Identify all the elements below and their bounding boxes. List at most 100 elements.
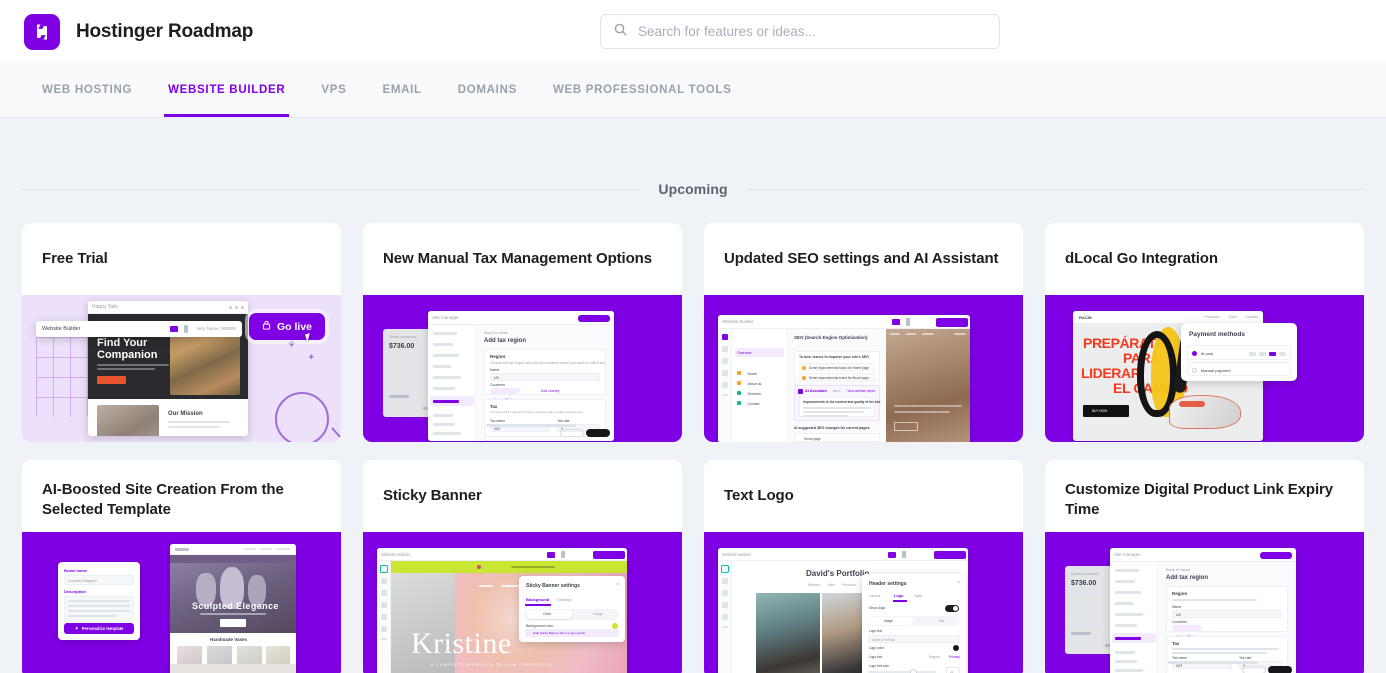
more-icon [381, 638, 387, 640]
logo-color-swatch[interactable] [953, 645, 959, 651]
close-icon[interactable]: × [957, 580, 960, 586]
builder-label: Website Builder [722, 551, 752, 557]
builder-label: Website Builder [42, 326, 81, 332]
hero-heading-line1: Find Your [97, 337, 148, 349]
panel-tab-background: Background [526, 597, 550, 602]
tab-domains[interactable]: DOMAINS [440, 63, 535, 117]
todo-title: To-dos: Issues to improve your site's SE… [799, 355, 870, 359]
roadmap-card-text-logo[interactable]: Text Logo Website Builder David's Portfo… [704, 460, 1023, 673]
roadmap-card-seo-ai[interactable]: Updated SEO settings and AI Assistant We… [704, 223, 1023, 442]
tax-name-label: Tax name [490, 419, 506, 423]
todo-row-2: Some improvements found for About page [799, 373, 875, 381]
elements-icon [722, 578, 728, 584]
ai-insight-box: Improvements to the content and quality … [799, 397, 880, 417]
logo-font-size-value: 24 [946, 667, 960, 673]
region-desc: Choose the tax region and edit the count… [490, 361, 606, 365]
roadmap-card-digital-product-expiry[interactable]: Customize Digital Product Link Expiry Ti… [1045, 460, 1364, 673]
personalize-label: Personalize template [81, 626, 124, 631]
template-footer [170, 664, 296, 673]
mobile-view-icon [906, 318, 910, 326]
mission-photo [97, 405, 159, 436]
tab-web-professional-tools[interactable]: WEB PROFESSIONAL TOOLS [535, 63, 750, 117]
countries-label: Countries [1172, 620, 1187, 624]
search-input[interactable] [638, 24, 987, 39]
todo-group: To-dos: Issues to improve your site's SE… [794, 351, 880, 381]
tax-note-link: Here is how [486, 440, 503, 441]
country-chip: United States [1172, 625, 1203, 639]
admin-topbar: Site manager [1110, 548, 1296, 562]
roadmap-card-sticky-banner[interactable]: Sticky Banner Website Builder Kristine A… [363, 460, 682, 673]
card-title: dLocal Go Integration [1065, 250, 1218, 267]
roadmap-card-ai-site-creation[interactable]: AI-Boosted Site Creation From the Select… [22, 460, 341, 673]
ai-icon [722, 590, 728, 596]
close-icon[interactable]: × [616, 582, 619, 588]
site-subtitle: A COMPLETE APPROACH TO SKIN PERFECTION [431, 663, 553, 667]
hostinger-h-logo-icon [24, 13, 60, 50]
card-thumbnail: Website Builder [363, 532, 682, 673]
roadmap-card-dlocal[interactable]: dLocal Go Integration RACÍN Productos So… [1045, 223, 1364, 442]
mission-heading: Our Mission [168, 411, 203, 417]
background-color-label: Background color [526, 624, 554, 628]
app-title: Hostinger Roadmap [76, 20, 254, 42]
logo-text-label: Logo text [869, 629, 883, 633]
tab-website-builder[interactable]: WEBSITE BUILDER [150, 63, 303, 117]
admin-sidebar [1110, 562, 1158, 673]
radio-selected-icon [1192, 351, 1197, 356]
region-group: Region Choose the tax region and edit th… [484, 349, 606, 402]
hero-cta-button [97, 376, 126, 384]
store-label: Site manager [1114, 552, 1141, 557]
todo-row-1: Some improvements found for Home page [799, 363, 875, 371]
store-navbar: RACÍN Productos Sobre Contacto [1073, 311, 1263, 323]
panel-tab-logo: Logo [894, 594, 904, 598]
cancel-button [1242, 666, 1266, 673]
panel-hint: Hide Sticky Banner when a user scrolls [525, 629, 619, 637]
logo-text-input[interactable]: David's Portfolio [868, 635, 960, 643]
ai-sparkle-icon [798, 389, 803, 394]
tax-rate-label: Tax rate [1239, 656, 1252, 660]
tax-rate-label: Tax rate [557, 419, 570, 423]
region-group: Region Name US Countries United States [1166, 586, 1288, 639]
topbar-dots [229, 306, 244, 309]
tab-vps[interactable]: VPS [303, 63, 364, 117]
template-products: Handmade Vases Ribbed Vase Bisque Vase S… [170, 633, 296, 673]
tab-email[interactable]: EMAIL [364, 63, 439, 117]
tax-title: Tax [490, 404, 498, 409]
banner-dot-icon [477, 565, 481, 569]
sparkle-small-icon: ✦ [307, 352, 315, 362]
site-title: Kristine [411, 627, 512, 660]
description-label: Description [64, 589, 87, 594]
page-item-contact: Contact [737, 392, 760, 410]
save-button [1268, 666, 1292, 673]
builder-window: Website Builder David's Portfolio Women … [718, 548, 968, 673]
builder-topbar: Website Builder [718, 315, 970, 329]
tax-name-label: Tax name [1172, 656, 1188, 660]
store-label: Site manager [432, 315, 459, 320]
builder-label: Website Builder [381, 551, 411, 557]
ai-badge-tag: BETA [833, 389, 841, 393]
radio-unselected-icon [1192, 367, 1197, 373]
card-thumbnail: RACÍN Productos Sobre Contacto PREPÁRATE… [1045, 295, 1364, 442]
search-box[interactable] [600, 14, 1000, 49]
tax-desc: Tax rates will be applied on store check… [490, 410, 584, 414]
share-icon [722, 614, 728, 620]
hero-cta-button: BUY NOW [1083, 405, 1129, 417]
admin-main: Back to taxes Add tax region Region Choo… [476, 325, 614, 441]
admin-sidebar [428, 325, 476, 441]
breadcrumb: Back to taxes [1166, 567, 1191, 572]
visit-store-button [1260, 552, 1292, 559]
show-logo-toggle[interactable] [945, 605, 959, 612]
roadmap-card-free-trial[interactable]: Free Trial ✦ ✦ Happy Tails Find Your Com… [22, 223, 341, 442]
hero-heading-line2: Companion [97, 349, 158, 361]
tab-web-hosting[interactable]: WEB HOSTING [24, 63, 150, 117]
card-title: Customize Digital Product Link Expiry Ti… [1065, 481, 1334, 518]
roadmap-card-manual-tax[interactable]: New Manual Tax Management Options Order … [363, 223, 682, 442]
card-thumbnail: ✦ ✦ Happy Tails Find Your Companion Our … [22, 295, 341, 442]
logo-color-label: Logo color [869, 646, 884, 650]
name-label: Name [490, 368, 500, 372]
seo-panel-title: SEO (Search Engine Optimization) [794, 335, 868, 340]
settings-icon [381, 626, 387, 632]
go-live-label: Go live [276, 320, 312, 333]
template-preview-window: Sculpted Elegance Handmade Vases Ribbed … [170, 544, 296, 673]
template-navbar [170, 544, 296, 555]
share-icon [381, 614, 387, 620]
